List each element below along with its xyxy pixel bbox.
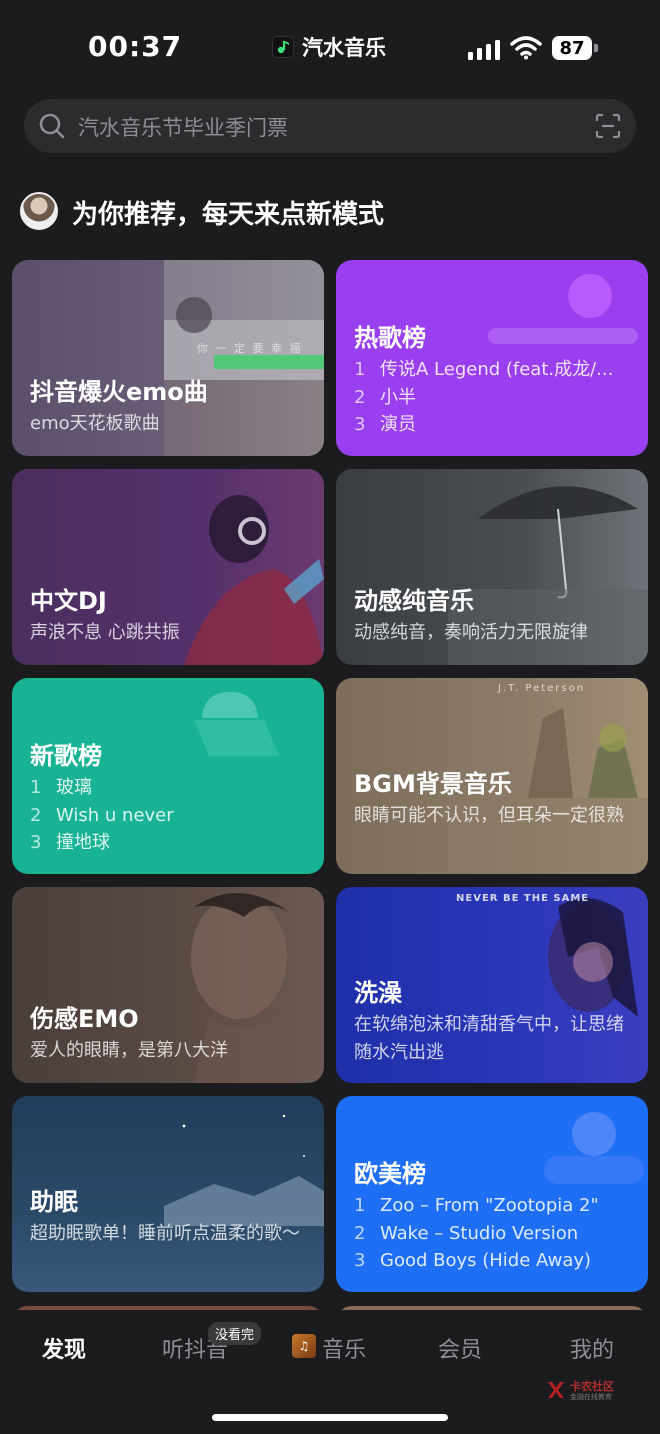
song-title: 传说A Legend (feat.成龙/... xyxy=(380,359,614,380)
search-bar[interactable]: 汽水音乐节毕业季门票 xyxy=(24,99,636,153)
playlist-card-emo[interactable]: 你 一 定 要 幸 福 抖音爆火emo曲 emo天花板歌曲 xyxy=(12,260,324,456)
tab-music[interactable]: 音乐 xyxy=(322,1332,366,1364)
card-title: 洗澡 xyxy=(354,979,402,1007)
card-art-text: 你 一 定 要 幸 福 xyxy=(197,342,303,355)
card-subtitle: 眼睛可能不认识，但耳朵一定很熟 xyxy=(354,805,624,826)
song-title: Zoo – From "Zootopia 2" xyxy=(380,1195,599,1216)
app-name: 汽水音乐 xyxy=(302,36,386,60)
song-title: 小半 xyxy=(380,387,416,408)
card-subtitle: 声浪不息 心跳共振 xyxy=(30,622,180,643)
song-title: 演员 xyxy=(380,414,416,435)
app-indicator: 汽水音乐 xyxy=(272,32,386,62)
watermark-subtitle: 金融在线教育 xyxy=(570,1393,612,1401)
rank-number: 3 xyxy=(30,832,42,853)
card-artwork xyxy=(164,1114,324,1226)
card-subtitle: 动感纯音，奏响活力无限旋律 xyxy=(354,622,588,643)
playlist-card-bgm[interactable]: J.T. Peterson BGM背景音乐 眼睛可能不认识，但耳朵一定很熟 xyxy=(336,678,648,874)
playlist-card-pure-music[interactable]: 动感纯音乐 动感纯音，奏响活力无限旋律 xyxy=(336,469,648,665)
playlist-card-sad-emo[interactable]: 伤感EMO 爱人的眼睛，是第八大洋 xyxy=(12,887,324,1083)
card-title: 热歌榜 xyxy=(354,324,426,352)
battery-indicator: 87 xyxy=(552,36,592,60)
battery-tip xyxy=(594,44,598,52)
card-subtitle: emo天花板歌曲 xyxy=(30,413,160,434)
app-logo-icon xyxy=(272,36,294,58)
song-title: 玻璃 xyxy=(56,777,92,798)
tab-vip[interactable]: 会员 xyxy=(438,1332,482,1364)
watermark: 卡农社区 金融在线教育 xyxy=(546,1378,636,1404)
wifi-icon xyxy=(510,36,542,60)
status-bar: 00:37 汽水音乐 87 xyxy=(0,0,660,90)
chart-row[interactable]: 2 Wake – Studio Version xyxy=(354,1220,632,1248)
tab-me[interactable]: 我的 xyxy=(570,1332,614,1364)
search-input[interactable]: 汽水音乐节毕业季门票 xyxy=(78,112,288,142)
song-title: Good Boys (Hide Away) xyxy=(380,1250,592,1271)
rank-number: 2 xyxy=(354,387,366,408)
card-title: 助眠 xyxy=(30,1188,78,1216)
chart-row[interactable]: 2 小半 xyxy=(354,384,632,412)
playlist-card-bath[interactable]: NEVER BE THE SAME 洗澡 在软绵泡沫和清甜香气中，让思绪随水汽出… xyxy=(336,887,648,1083)
song-title: 撞地球 xyxy=(56,832,110,853)
song-title: Wish u never xyxy=(56,805,174,826)
chart-row[interactable]: 2 Wish u never xyxy=(30,802,308,830)
chart-card-hot[interactable]: 热歌榜 1 传说A Legend (feat.成龙/... 2 小半 3 演员 xyxy=(336,260,648,456)
card-title: 动感纯音乐 xyxy=(354,587,474,615)
card-subtitle: 在软绵泡沫和清甜香气中，让思绪随水汽出逃 xyxy=(354,1014,624,1063)
chart-row[interactable]: 3 Good Boys (Hide Away) xyxy=(354,1247,632,1275)
song-title: Wake – Studio Version xyxy=(380,1223,579,1244)
scan-icon[interactable] xyxy=(594,112,622,140)
rank-number: 1 xyxy=(354,359,366,380)
tab-discover[interactable]: 发现 xyxy=(42,1332,86,1364)
rank-number: 1 xyxy=(354,1195,366,1216)
status-time: 00:37 xyxy=(88,30,183,63)
card-subtitle: 超助眠歌单！睡前听点温柔的歌～ xyxy=(30,1223,300,1244)
chart-row[interactable]: 1 传说A Legend (feat.成龙/... xyxy=(354,356,632,384)
chart-row[interactable]: 1 Zoo – From "Zootopia 2" xyxy=(354,1192,632,1220)
rank-number: 2 xyxy=(30,805,42,826)
search-icon xyxy=(39,113,65,139)
rank-number: 1 xyxy=(30,777,42,798)
card-title: 欧美榜 xyxy=(354,1160,426,1188)
card-title: 中文DJ xyxy=(30,587,107,615)
signal-icon xyxy=(468,38,500,60)
chart-row[interactable]: 3 撞地球 xyxy=(30,829,308,857)
home-indicator[interactable] xyxy=(212,1414,448,1421)
playlist-card-sleep[interactable]: 助眠 超助眠歌单！睡前听点温柔的歌～ xyxy=(12,1096,324,1292)
recommend-title: 为你推荐，每天来点新模式 xyxy=(72,200,385,230)
card-subtitle: 爱人的眼睛，是第八大洋 xyxy=(30,1040,228,1061)
rank-number: 3 xyxy=(354,1250,366,1271)
card-title: BGM背景音乐 xyxy=(354,770,512,798)
chart-card-western[interactable]: 欧美榜 1 Zoo – From "Zootopia 2" 2 Wake – Stu… xyxy=(336,1096,648,1292)
rank-number: 3 xyxy=(354,414,366,435)
watermark-logo-icon xyxy=(548,1382,564,1398)
chart-row[interactable]: 3 演员 xyxy=(354,411,632,439)
music-tab-icon: ♫ xyxy=(292,1334,316,1358)
avatar[interactable] xyxy=(20,192,58,230)
card-title: 抖音爆火emo曲 xyxy=(30,378,208,406)
card-title: 伤感EMO xyxy=(30,1005,139,1033)
card-art-text: NEVER BE THE SAME xyxy=(456,893,590,904)
chart-row[interactable]: 1 玻璃 xyxy=(30,774,308,802)
chart-card-new[interactable]: 新歌榜 1 玻璃 2 Wish u never 3 撞地球 xyxy=(12,678,324,874)
playlist-card-dj[interactable]: 中文DJ 声浪不息 心跳共振 xyxy=(12,469,324,665)
rank-number: 2 xyxy=(354,1223,366,1244)
unwatched-badge: 没看完 xyxy=(208,1322,262,1345)
card-art-text: J.T. Peterson xyxy=(498,683,586,694)
card-title: 新歌榜 xyxy=(30,742,102,770)
